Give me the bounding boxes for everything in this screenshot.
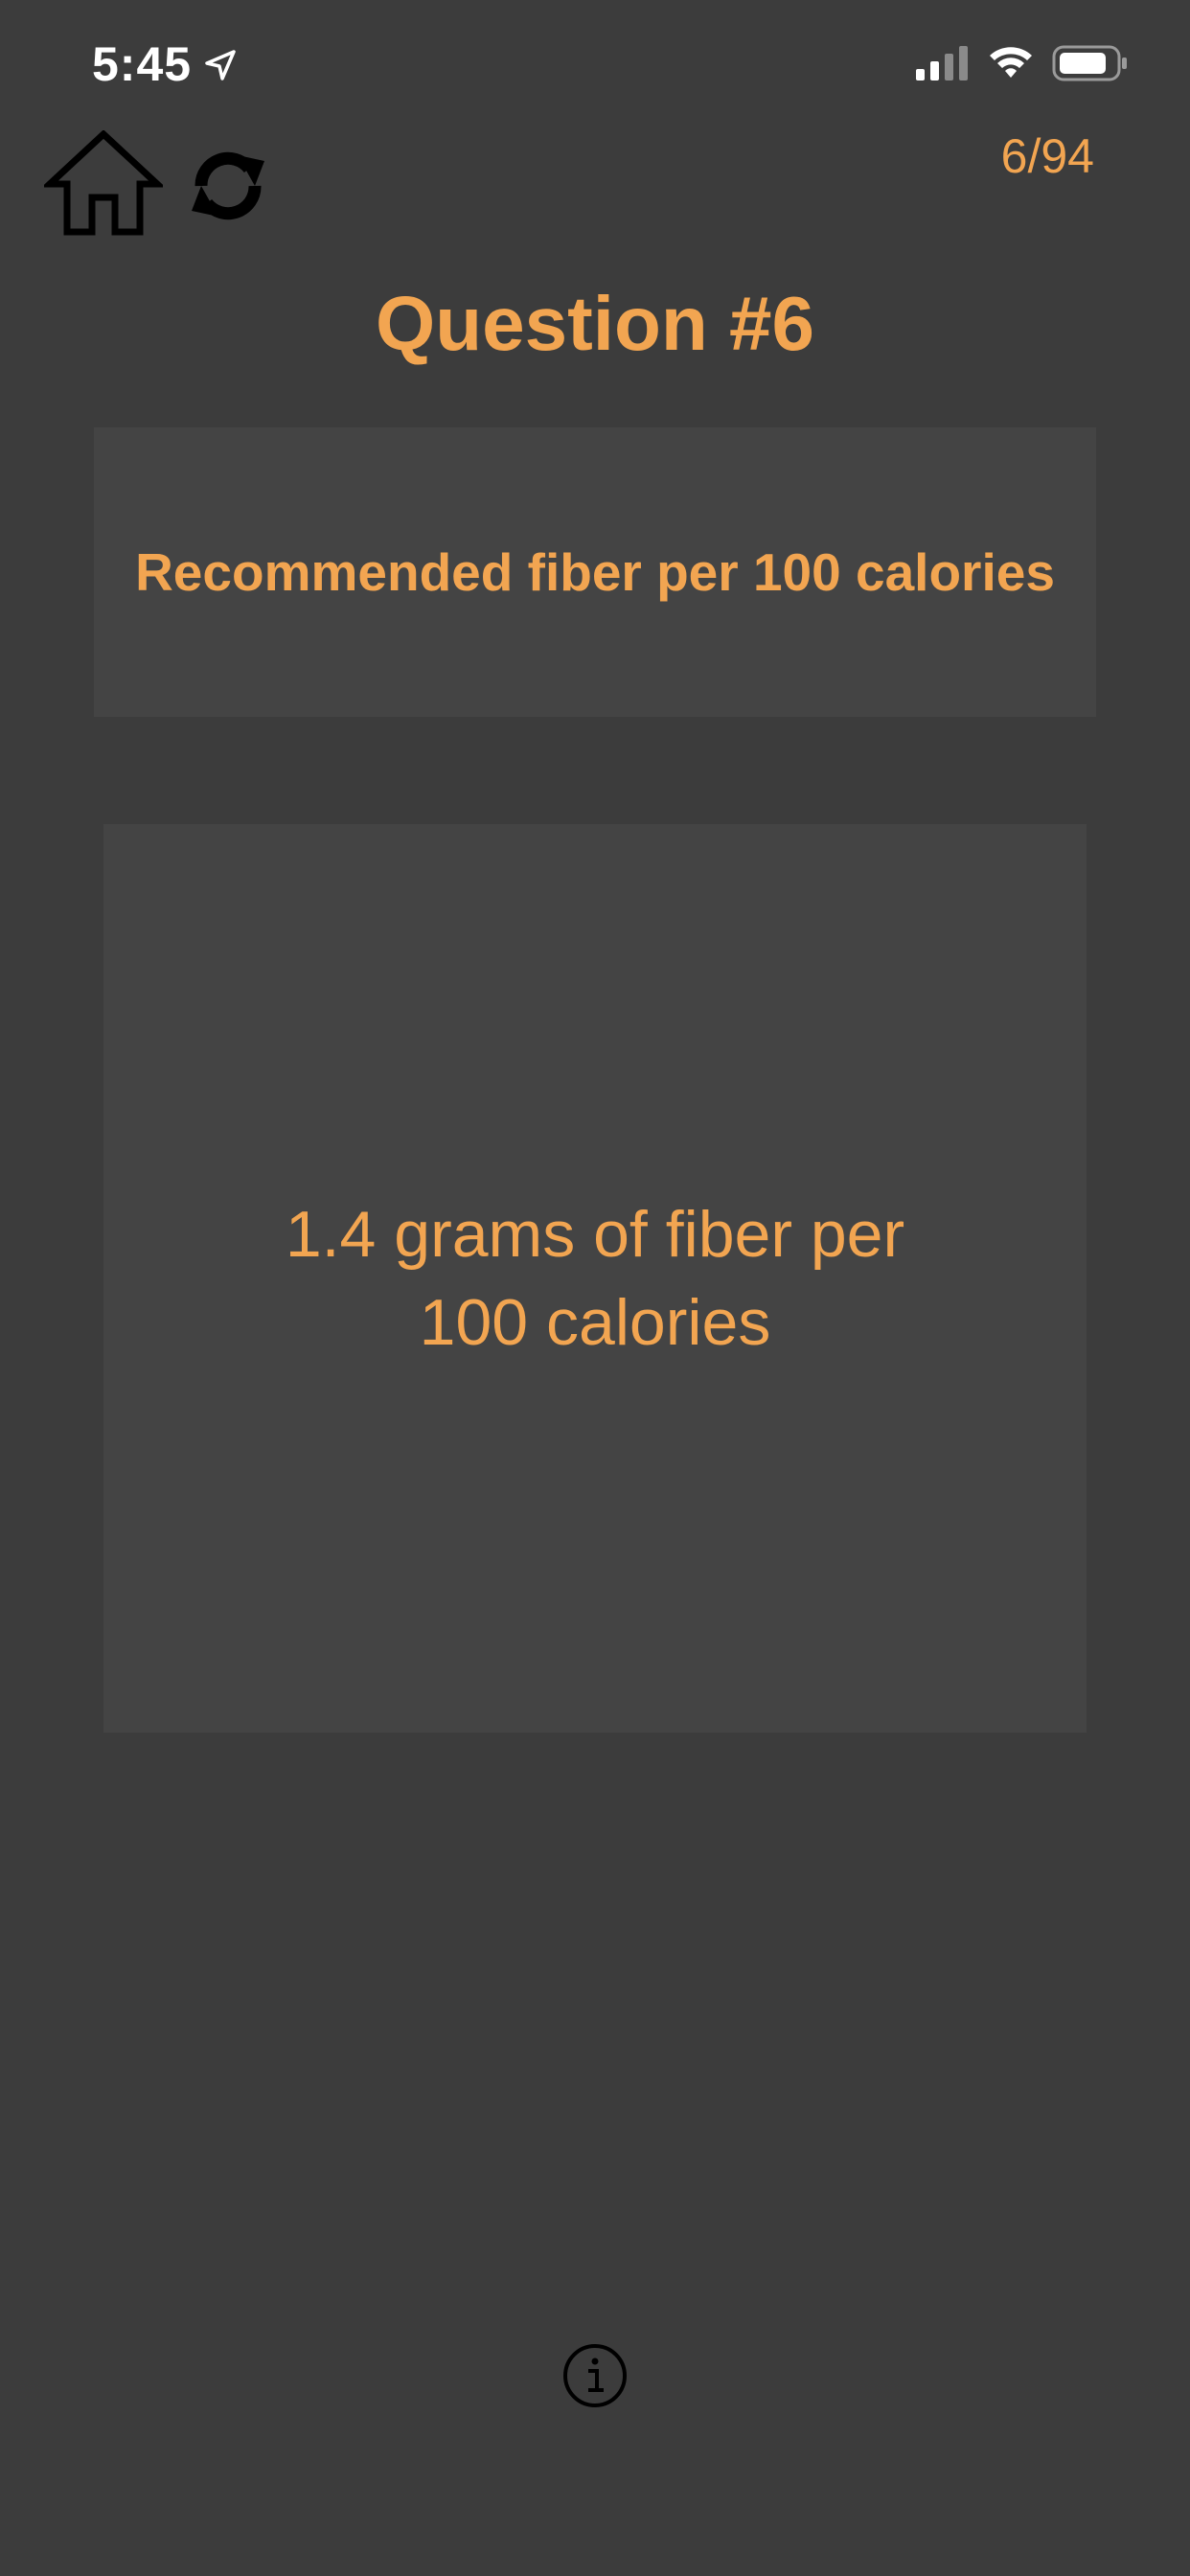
cellular-signal-icon <box>916 46 968 80</box>
question-title: Question #6 <box>376 281 814 366</box>
wifi-icon <box>990 47 1032 78</box>
prompt-text: Recommended fiber per 100 calories <box>135 542 1055 602</box>
answer-text: 1.4 grams of fiber per 100 calories <box>285 1198 905 1359</box>
battery-icon <box>1052 45 1127 81</box>
status-time: 5:45 <box>92 37 193 91</box>
home-icon <box>44 130 163 236</box>
answer-card[interactable]: 1.4 grams of fiber per 100 calories <box>103 824 1087 1733</box>
home-button[interactable] <box>44 130 163 238</box>
info-icon <box>563 2344 627 2407</box>
progress-counter: 6/94 <box>1000 129 1094 183</box>
status-bar: 5:45 <box>0 0 1190 125</box>
prompt-card: Recommended fiber per 100 calories <box>94 427 1096 717</box>
location-arrow-icon <box>205 50 236 80</box>
refresh-button[interactable] <box>182 140 274 232</box>
info-button[interactable] <box>561 2342 629 2409</box>
